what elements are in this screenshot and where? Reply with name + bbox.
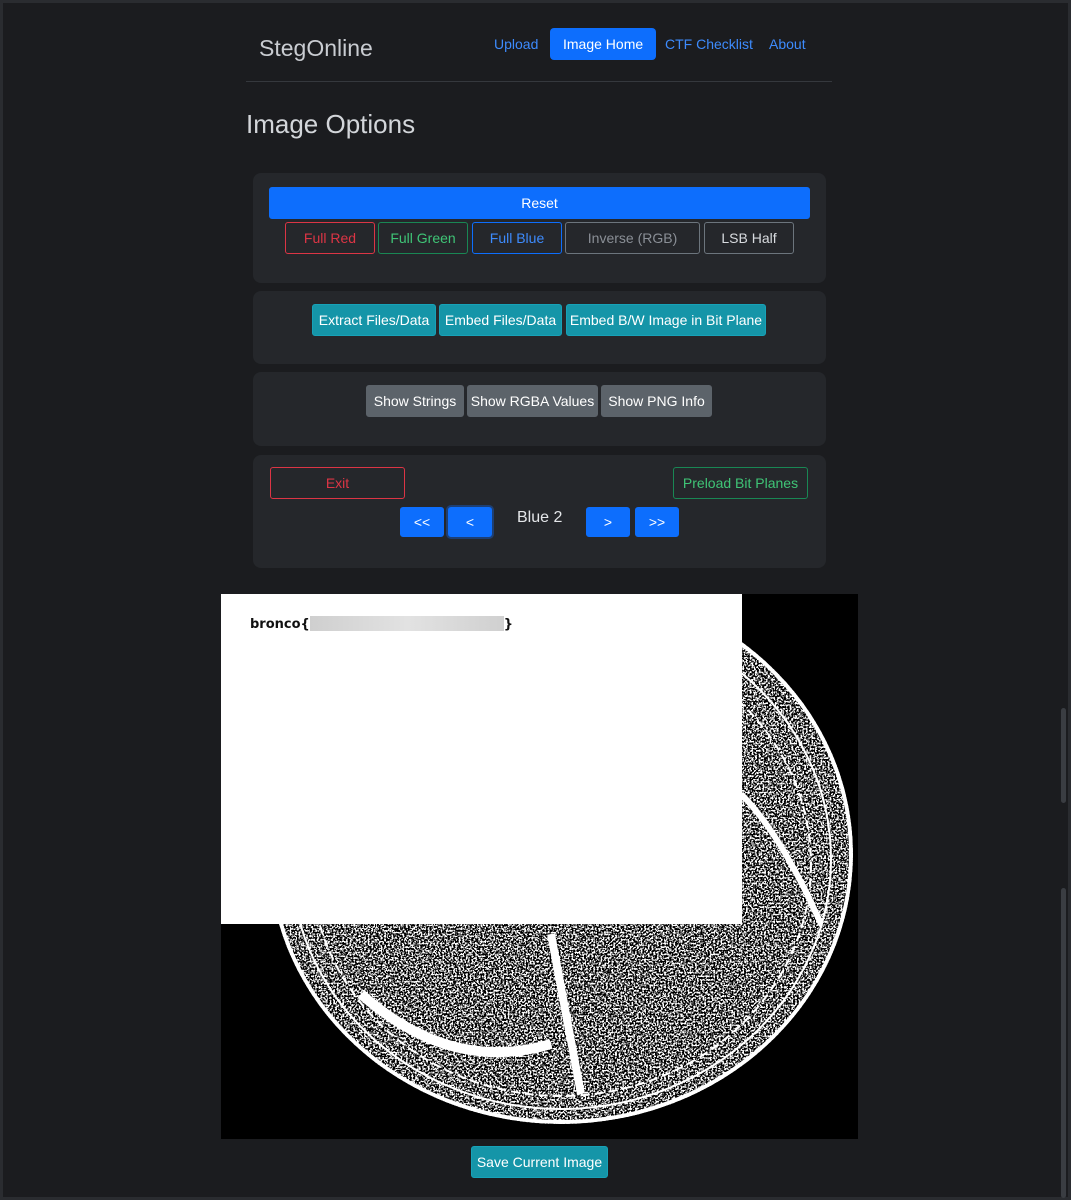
inverse-rgb-button[interactable]: Inverse (RGB) — [565, 222, 700, 254]
flag-text: bronco{} — [250, 616, 513, 632]
lsb-half-button[interactable]: LSB Half — [704, 222, 794, 254]
scrollbar-thumb-upper[interactable] — [1061, 708, 1066, 803]
first-plane-button[interactable]: << — [400, 507, 444, 537]
reset-button[interactable]: Reset — [269, 187, 810, 219]
save-current-image-button[interactable]: Save Current Image — [471, 1146, 608, 1178]
embed-files-button[interactable]: Embed Files/Data — [439, 304, 562, 336]
flag-suffix: } — [503, 617, 514, 632]
show-rgba-button[interactable]: Show RGBA Values — [467, 385, 598, 417]
navbar: StegOnline Upload Image Home CTF Checkli… — [246, 23, 832, 82]
next-plane-button[interactable]: > — [586, 507, 630, 537]
show-strings-button[interactable]: Show Strings — [366, 385, 464, 417]
flag-prefix: bronco{ — [250, 617, 310, 632]
full-green-button[interactable]: Full Green — [378, 222, 468, 254]
embed-bw-image-button[interactable]: Embed B/W Image in Bit Plane — [566, 304, 766, 336]
full-blue-button[interactable]: Full Blue — [472, 222, 562, 254]
prev-plane-button[interactable]: < — [448, 507, 492, 537]
show-png-info-button[interactable]: Show PNG Info — [601, 385, 712, 417]
extract-files-button[interactable]: Extract Files/Data — [312, 304, 436, 336]
brand-logo[interactable]: StegOnline — [259, 35, 373, 62]
nav-upload[interactable]: Upload — [481, 28, 551, 60]
last-plane-button[interactable]: >> — [635, 507, 679, 537]
scrollbar-thumb-lower[interactable] — [1061, 888, 1066, 1198]
nav-ctf-checklist[interactable]: CTF Checklist — [652, 28, 766, 60]
hidden-flag-overlay: bronco{} — [221, 594, 742, 924]
nav-image-home[interactable]: Image Home — [550, 28, 657, 60]
page-scrollbar[interactable] — [1061, 8, 1066, 1198]
exit-button[interactable]: Exit — [270, 467, 405, 499]
current-plane-label: Blue 2 — [517, 509, 563, 526]
full-red-button[interactable]: Full Red — [285, 222, 375, 254]
preload-bit-planes-button[interactable]: Preload Bit Planes — [673, 467, 808, 499]
redaction-bar — [309, 616, 504, 631]
page-title: Image Options — [246, 109, 416, 139]
nav-about[interactable]: About — [756, 28, 819, 60]
bitplane-image-canvas: bronco{} — [221, 594, 858, 1139]
app-window: StegOnline Upload Image Home CTF Checkli… — [0, 0, 1071, 1200]
